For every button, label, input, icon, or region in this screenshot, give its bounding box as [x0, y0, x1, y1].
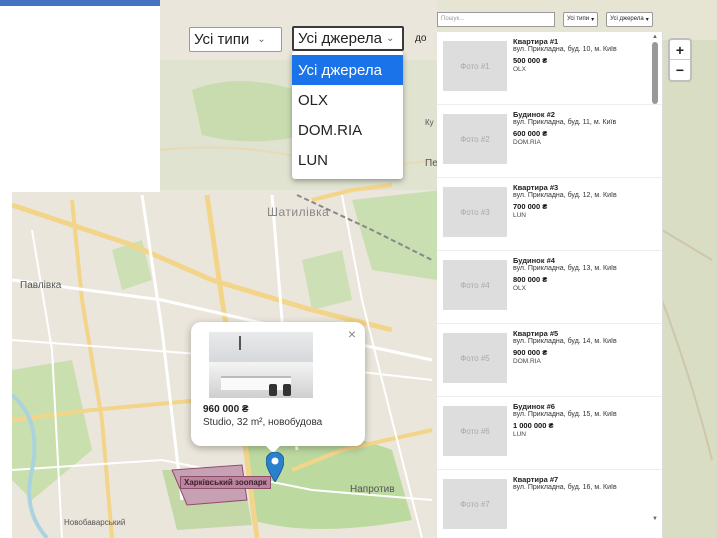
listing-address: вул. Прикладна, буд. 15, м. Київ	[513, 411, 617, 419]
listing-source: OLX	[513, 284, 527, 292]
list-item[interactable]: Фото #6 Будинок #6 вул. Прикладна, буд. …	[437, 397, 662, 470]
range-label: до	[415, 33, 427, 44]
listing-title: Квартира #5	[513, 329, 559, 338]
map-label-pe: Пе	[425, 158, 438, 169]
listing-title: Квартира #3	[513, 183, 559, 192]
map-label-naprotyv: Напротив	[350, 484, 395, 495]
listing-photo: Фото #3	[443, 187, 507, 237]
listing-source: DOM.RIA	[513, 138, 541, 146]
listing-source: OLX	[513, 65, 527, 73]
panel-source-select[interactable]: Усі джерела ▾	[606, 11, 653, 27]
listing-title: Будинок #6	[513, 402, 555, 411]
source-filter-value: Усі джерела	[298, 30, 382, 47]
scroll-up-icon[interactable]: ▲	[652, 34, 658, 40]
listing-price: 500 000 ₴	[513, 56, 548, 66]
source-option-domria[interactable]: DOM.RIA	[292, 115, 403, 145]
panel-type-value: Усі типи	[567, 16, 590, 22]
search-input[interactable]: Пошук...	[437, 11, 555, 27]
zoom-out-button[interactable]: −	[670, 60, 690, 80]
source-filter-select[interactable]: Усі джерела ⌄	[292, 26, 404, 51]
source-dropdown-list: Усі джерела OLX DOM.RIA LUN	[292, 51, 403, 179]
listing-photo: Фото #6	[443, 406, 507, 456]
source-option-olx[interactable]: OLX	[292, 85, 403, 115]
popup-description: Studio, 32 m², новобудова	[203, 417, 323, 428]
listing-title: Будинок #4	[513, 256, 555, 265]
map-label-ky: Ку	[425, 118, 434, 127]
listing-photo: Фото #2	[443, 114, 507, 164]
chevron-down-icon: ⌄	[257, 34, 266, 45]
listing-price: 700 000 ₴	[513, 202, 548, 212]
panel-source-value: Усі джерела	[610, 16, 644, 22]
zoom-in-button[interactable]: +	[670, 40, 690, 60]
listing-address: вул. Прикладна, буд. 14, м. Київ	[513, 338, 617, 346]
blank-area	[0, 6, 160, 192]
listing-address: вул. Прикладна, буд. 12, м. Київ	[513, 192, 617, 200]
type-filter-value: Усі типи	[194, 31, 250, 48]
listing-price: 800 000 ₴	[513, 275, 548, 285]
source-option-all[interactable]: Усі джерела	[292, 55, 403, 85]
listing-list[interactable]: Фото #1 Квартира #1 вул. Прикладна, буд.…	[437, 32, 663, 538]
listing-address: вул. Прикладна, буд. 10, м. Київ	[513, 46, 617, 54]
type-filter-select[interactable]: Усі типи ⌄	[189, 27, 282, 52]
chevron-down-icon: ⌄	[385, 33, 395, 44]
listing-title: Квартира #1	[513, 37, 559, 46]
listing-title: Будинок #2	[513, 110, 555, 119]
close-icon[interactable]: ×	[348, 326, 356, 342]
map-label-nova: Новобаварський	[64, 518, 126, 527]
panel-filter-bar: Пошук... Усі типи ▾ Усі джерела ▾	[437, 10, 653, 28]
listing-title: Квартира #7	[513, 475, 559, 484]
list-item[interactable]: Фото #3 Квартира #3 вул. Прикладна, буд.…	[437, 178, 662, 251]
zoom-control: + −	[668, 38, 692, 82]
list-item[interactable]: Фото #5 Квартира #5 вул. Прикладна, буд.…	[437, 324, 662, 397]
listing-source: LUN	[513, 430, 527, 438]
popup-price: 960 000 ₴	[203, 404, 249, 415]
popup-photo	[209, 332, 313, 398]
map-label-zoo: Харківський зоопарк	[180, 476, 271, 489]
listing-address: вул. Прикладна, буд. 13, м. Київ	[513, 265, 617, 273]
panel-type-select[interactable]: Усі типи ▾	[563, 11, 599, 27]
chevron-down-icon: ▾	[591, 16, 595, 23]
listing-price: 900 000 ₴	[513, 348, 548, 358]
list-item[interactable]: Фото #2 Будинок #2 вул. Прикладна, буд. …	[437, 105, 662, 178]
list-item[interactable]: Фото #1 Квартира #1 вул. Прикладна, буд.…	[437, 32, 662, 105]
map-marker-icon[interactable]	[266, 452, 284, 482]
listing-photo: Фото #1	[443, 41, 507, 91]
listing-photo: Фото #5	[443, 333, 507, 383]
listing-price: 600 000 ₴	[513, 129, 548, 139]
chevron-down-icon: ▾	[645, 16, 649, 23]
listing-source: LUN	[513, 211, 527, 219]
scrollbar-thumb[interactable]	[652, 42, 658, 104]
list-scrollbar[interactable]: ▲ ▼	[651, 34, 659, 522]
listing-address: вул. Прикладна, буд. 16, м. Київ	[513, 484, 617, 492]
list-item[interactable]: Фото #4 Будинок #4 вул. Прикладна, буд. …	[437, 251, 662, 324]
listing-source: DOM.RIA	[513, 357, 541, 365]
map-label-pavlivka: Павлівка	[20, 280, 62, 291]
listing-photo: Фото #4	[443, 260, 507, 310]
list-item[interactable]: Фото #7 Квартира #7 вул. Прикладна, буд.…	[437, 470, 662, 538]
listing-address: вул. Прикладна, буд. 11, м. Київ	[513, 119, 617, 127]
listing-photo: Фото #7	[443, 479, 507, 529]
source-option-lun[interactable]: LUN	[292, 145, 403, 175]
map-label-shatylivka: Шатилівка	[267, 205, 330, 219]
scroll-down-icon[interactable]: ▼	[652, 516, 658, 522]
listing-popup: × 960 000 ₴ Studio, 32 m², новобудова	[191, 322, 365, 446]
listing-price: 1 000 000 ₴	[513, 421, 554, 431]
